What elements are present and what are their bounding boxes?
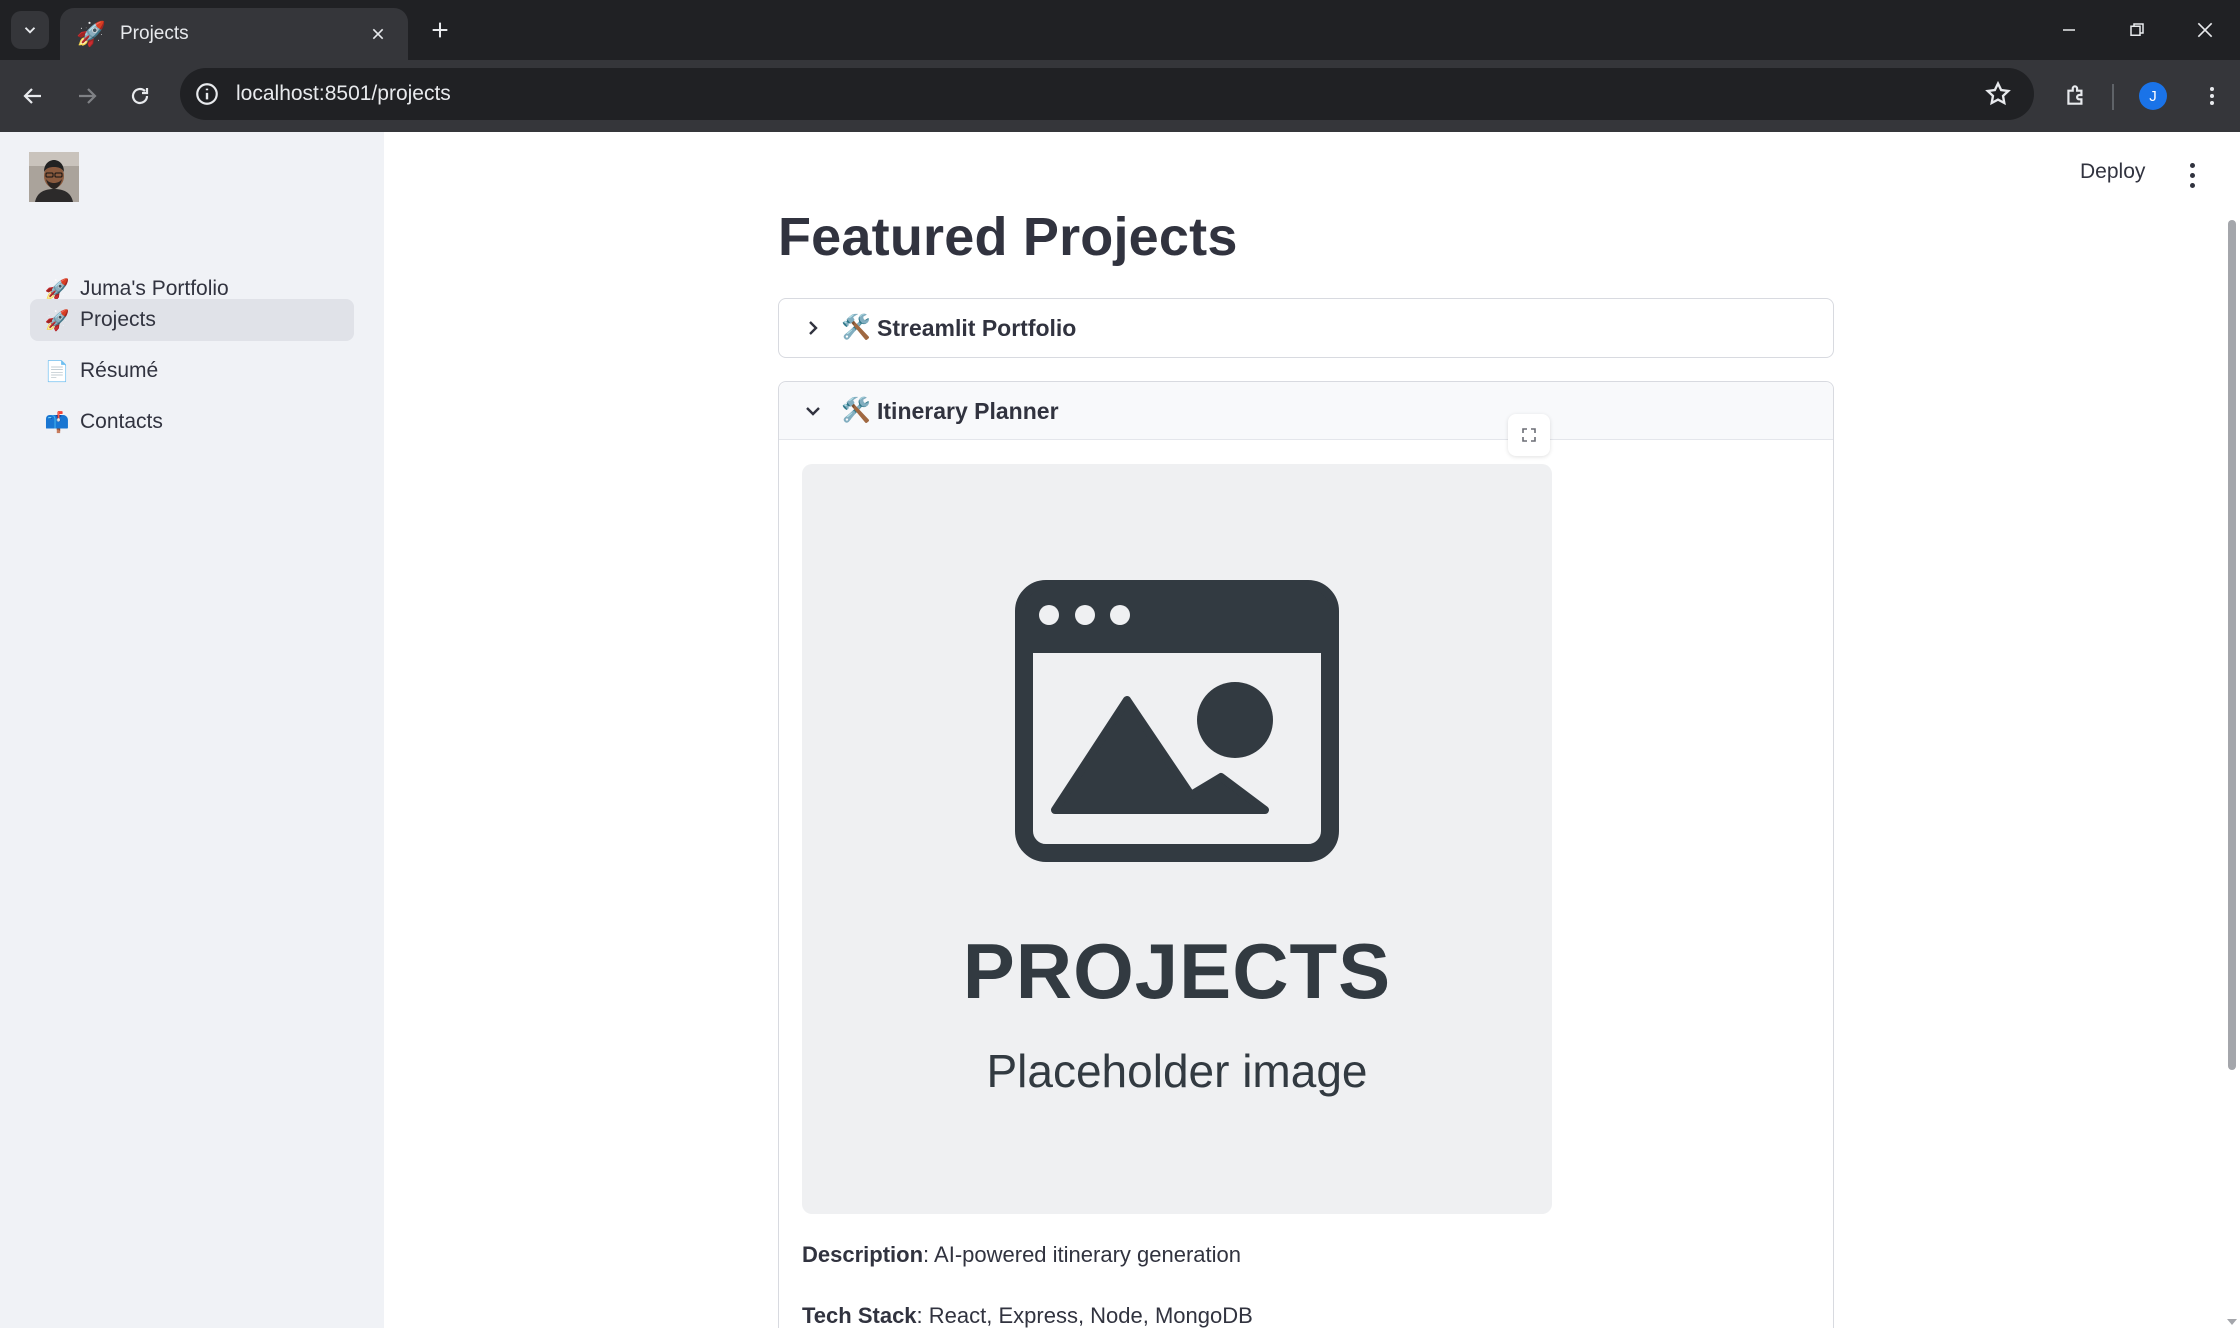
placeholder-title: PROJECTS [962, 927, 1392, 1015]
tech-stack-value: : React, Express, Node, MongoDB [916, 1303, 1253, 1328]
sidebar-item-label: Contacts [80, 410, 163, 433]
sidebar-item-label: Résumé [80, 359, 159, 382]
minimize-icon [2063, 29, 2075, 31]
expander-header[interactable]: 🛠️ Itinerary Planner [779, 382, 1833, 440]
restore-icon [2130, 23, 2144, 36]
scroll-down-arrow-icon[interactable] [2224, 1316, 2240, 1328]
project-description: Description: AI-powered itinerary genera… [802, 1242, 1241, 1268]
project-tech-stack: Tech Stack: React, Express, Node, MongoD… [802, 1303, 1253, 1328]
dot [2189, 182, 2195, 188]
puzzle-icon [2067, 85, 2083, 105]
extensions-button[interactable] [2058, 77, 2094, 113]
forward-button[interactable] [69, 78, 105, 114]
avatar [29, 152, 79, 202]
dot [2189, 162, 2195, 168]
document-icon: 📄 [44, 360, 70, 383]
app-menu-button[interactable] [2180, 158, 2204, 192]
reload-button[interactable] [122, 78, 158, 114]
browser-tab-bar: 🚀 Projects [0, 0, 2240, 60]
rocket-icon: 🚀 [44, 278, 70, 301]
tools-icon: 🛠️ [841, 314, 871, 341]
url-text[interactable]: localhost:8501/projects [236, 82, 451, 106]
expander-header[interactable]: 🛠️ Streamlit Portfolio [779, 299, 1833, 357]
sidebar-item-label: Juma's Portfolio [80, 277, 229, 300]
tab-close-button[interactable] [364, 20, 392, 48]
expander-label: Streamlit Portfolio [877, 315, 1077, 341]
sidebar-item-projects[interactable]: 🚀 Projects [30, 299, 354, 341]
chevron-down-icon [806, 407, 820, 416]
back-button[interactable] [15, 78, 51, 114]
address-bar[interactable]: localhost:8501/projects [180, 68, 2034, 120]
expander-streamlit-portfolio: 🛠️ Streamlit Portfolio [778, 298, 1834, 358]
description-label: Description [802, 1242, 924, 1267]
profile-photo-icon [29, 152, 79, 202]
fullscreen-button[interactable] [1508, 414, 1550, 456]
browser-tab[interactable]: 🚀 Projects [60, 8, 408, 60]
dot [2189, 172, 2195, 178]
profile-avatar[interactable]: J [2139, 82, 2167, 110]
sidebar-item-contacts[interactable]: 📫 Contacts [30, 401, 354, 443]
info-icon[interactable] [194, 81, 220, 107]
close-icon [2197, 22, 2213, 38]
chevron-right-icon [809, 321, 818, 335]
description-value: : AI-powered itinerary generation [923, 1242, 1241, 1267]
project-image: PROJECTS Placeholder image [802, 464, 1552, 1214]
minimize-button[interactable] [2034, 0, 2104, 60]
arrow-right-icon [79, 88, 97, 104]
sidebar: 🚀 Juma's Portfolio 🚀 Projects 📄 Résumé 📫… [0, 132, 384, 1328]
toolbar-divider [2112, 84, 2114, 110]
rocket-icon: 🚀 [76, 20, 106, 48]
tab-search-button[interactable] [11, 11, 49, 49]
placeholder-subtitle: Placeholder image [986, 1045, 1368, 1097]
page-title: Featured Projects [778, 207, 1238, 267]
tech-stack-label: Tech Stack [802, 1303, 917, 1328]
image-placeholder-icon [1015, 580, 1339, 862]
deploy-button[interactable]: Deploy [2080, 160, 2145, 184]
more-vertical-icon [2210, 87, 2214, 105]
browser-menu-button[interactable] [2194, 78, 2230, 114]
mailbox-icon: 📫 [44, 411, 70, 434]
chevron-down-icon [24, 27, 36, 34]
tab-title: Projects [120, 23, 189, 44]
close-icon [372, 28, 384, 40]
sidebar-item-resume[interactable]: 📄 Résumé [30, 350, 354, 392]
plus-icon [432, 22, 448, 38]
expander-label: Itinerary Planner [877, 398, 1059, 424]
window-close-button[interactable] [2170, 0, 2240, 60]
rocket-icon: 🚀 [44, 309, 70, 332]
scrollbar[interactable] [2228, 220, 2236, 1070]
fullscreen-icon [1522, 428, 1536, 442]
tools-icon: 🛠️ [841, 397, 871, 424]
arrow-left-icon [23, 88, 41, 104]
reload-icon [131, 87, 149, 105]
new-tab-button[interactable] [424, 14, 456, 46]
browser-toolbar: localhost:8501/projects J [0, 60, 2240, 132]
restore-button[interactable] [2102, 0, 2172, 60]
bookmark-star-icon[interactable] [1984, 80, 2012, 108]
sidebar-item-label: Projects [80, 308, 156, 331]
